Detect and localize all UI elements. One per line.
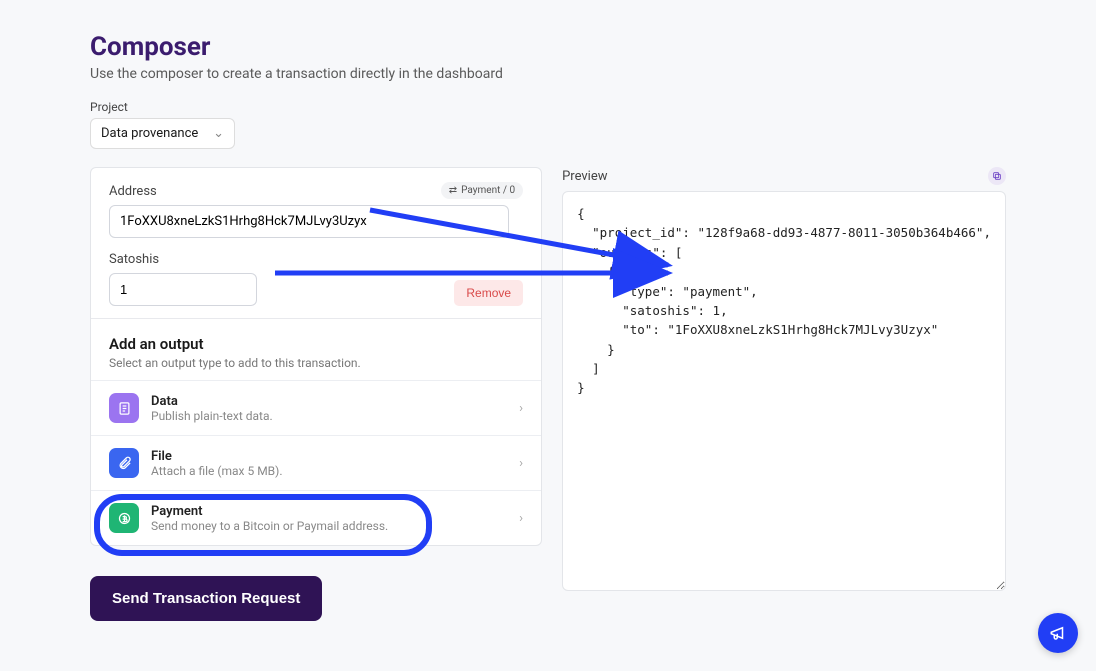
remove-button[interactable]: Remove (454, 280, 523, 306)
preview-label: Preview (562, 169, 607, 184)
output-option-payment[interactable]: Payment Send money to a Bitcoin or Payma… (91, 490, 541, 545)
output-data-title: Data (151, 394, 273, 409)
output-file-title: File (151, 449, 283, 464)
chevron-right-icon: › (519, 511, 523, 526)
coin-icon (109, 503, 139, 533)
add-output-title: Add an output (109, 335, 523, 353)
chevron-right-icon: › (519, 456, 523, 471)
page-title: Composer (90, 32, 1006, 62)
link-icon: ⇄ (449, 185, 457, 196)
output-payment-title: Payment (151, 504, 388, 519)
document-icon (109, 393, 139, 423)
output-option-data[interactable]: Data Publish plain-text data. › (91, 380, 541, 435)
copy-icon[interactable] (988, 167, 1006, 185)
preview-json[interactable]: { "project_id": "128f9a68-dd93-4877-8011… (562, 191, 1006, 591)
output-payment-desc: Send money to a Bitcoin or Paymail addre… (151, 519, 388, 533)
announcement-fab[interactable] (1038, 613, 1078, 653)
address-input[interactable] (109, 205, 509, 238)
megaphone-icon (1049, 624, 1067, 642)
output-type-badge: ⇄ Payment / 0 (441, 182, 523, 199)
page-subtitle: Use the composer to create a transaction… (90, 66, 1006, 82)
paperclip-icon (109, 448, 139, 478)
output-file-desc: Attach a file (max 5 MB). (151, 464, 283, 478)
chevron-right-icon: › (519, 401, 523, 416)
satoshis-input[interactable] (109, 273, 257, 306)
project-select[interactable]: Data provenance ⌄ (90, 118, 235, 149)
output-option-file[interactable]: File Attach a file (max 5 MB). › (91, 435, 541, 490)
satoshis-label: Satoshis (109, 252, 523, 267)
output-data-desc: Publish plain-text data. (151, 409, 273, 423)
add-output-subtitle: Select an output type to add to this tra… (109, 356, 523, 370)
project-label: Project (90, 100, 1006, 114)
chevron-down-icon: ⌄ (213, 126, 224, 141)
badge-text: Payment / 0 (461, 185, 515, 196)
project-selected-value: Data provenance (101, 126, 198, 141)
send-transaction-button[interactable]: Send Transaction Request (90, 576, 322, 621)
